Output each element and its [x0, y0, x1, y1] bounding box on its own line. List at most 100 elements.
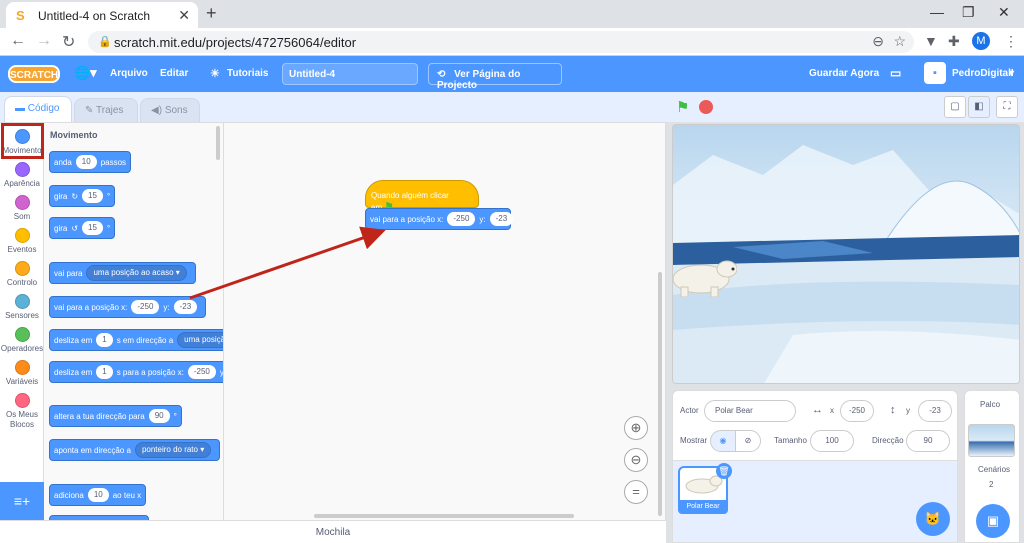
small-stage-button[interactable]: ▢ — [944, 96, 966, 118]
degrees-input[interactable]: 15 — [82, 221, 103, 235]
category-sound[interactable]: Som — [0, 195, 44, 221]
degrees-input[interactable]: 15 — [82, 189, 103, 203]
x-input[interactable]: -250 — [131, 300, 160, 314]
category-operators[interactable]: Operadores — [0, 327, 44, 353]
polar-bear-sprite[interactable] — [673, 253, 738, 298]
size-input[interactable]: 100 — [810, 430, 854, 452]
delete-sprite-button[interactable]: 🗑 — [716, 463, 732, 479]
change-x-block[interactable]: adiciona 10 ao teu x — [49, 484, 147, 506]
backpack-bar[interactable]: Mochila — [0, 520, 666, 543]
add-sprite-button[interactable]: 🐱 — [916, 502, 950, 536]
save-now-button[interactable]: Guardar Agora — [809, 68, 879, 79]
add-backdrop-button[interactable]: ▣ — [976, 504, 1010, 538]
script-go-to-xy-block[interactable]: vai para a posição x: -250 y: -23 — [365, 208, 514, 230]
point-towards-block[interactable]: aponta em direcção a ponteiro do rato ▾ — [49, 439, 221, 461]
target-dropdown[interactable]: ponteiro do rato ▾ — [134, 442, 212, 458]
swap-icon: ⟲ — [437, 69, 446, 80]
address-bar[interactable]: 🔒 scratch.mit.edu/projects/472756064/edi… — [88, 31, 914, 53]
minimize-icon[interactable]: — — [930, 4, 944, 20]
x-input[interactable]: -250 — [447, 212, 476, 226]
y-arrows-icon: ↕ — [890, 404, 896, 416]
category-sensing[interactable]: Sensores — [0, 294, 44, 320]
back-icon[interactable]: ← — [10, 32, 26, 50]
category-variables[interactable]: Variáveis — [0, 360, 44, 386]
close-tab-icon[interactable]: ✕ — [178, 7, 190, 24]
bookmark-star-icon[interactable]: ☆ — [893, 33, 906, 50]
close-window-icon[interactable]: ✕ — [998, 4, 1010, 21]
zoom-out-button[interactable]: ⊖ — [624, 448, 648, 472]
project-title-input[interactable]: Untitled-4 — [282, 63, 418, 85]
steps-input[interactable]: 10 — [75, 155, 97, 169]
category-my-blocks[interactable]: Os Meus Blocos — [0, 393, 44, 430]
see-project-page-button[interactable]: ⟲ Ver Página do Projecto — [428, 63, 562, 91]
edit-menu[interactable]: Editar — [160, 68, 188, 79]
chevron-down-icon[interactable]: ▾ — [1009, 68, 1014, 79]
green-flag-button[interactable]: ⚑ — [676, 98, 689, 116]
zoom-icon[interactable]: ⊖ — [872, 33, 884, 50]
tab-costumes[interactable]: ✎ Trajes — [74, 98, 138, 122]
show-visible-button[interactable]: ◉ — [710, 430, 736, 452]
glide-to-block[interactable]: desliza em 1 s em direcção a uma posição — [49, 329, 223, 351]
tutorials-menu[interactable]: Tutoriais — [227, 68, 268, 79]
seconds-input[interactable]: 1 — [96, 333, 113, 347]
go-to-random-block[interactable]: vai para uma posição ao acaso ▾ — [49, 262, 196, 284]
normal-stage-button[interactable]: ◧ — [968, 96, 990, 118]
point-direction-block[interactable]: altera a tua direcção para 90 ° — [49, 405, 182, 427]
user-avatar[interactable]: ▪ — [924, 62, 946, 84]
stage-thumbnail[interactable] — [968, 424, 1015, 457]
profile-avatar[interactable]: M — [972, 32, 990, 50]
glide-xy-block[interactable]: desliza em 1 s para a posição x: -250 y — [49, 361, 223, 383]
vertical-scrollbar[interactable] — [658, 272, 662, 516]
x-input[interactable]: 10 — [87, 488, 109, 502]
category-control[interactable]: Controlo — [0, 261, 44, 287]
zoom-reset-icon: = — [632, 484, 640, 499]
extension-icon: ≡+ — [13, 493, 31, 509]
browser-tab[interactable]: S Untitled-4 on Scratch ✕ — [6, 2, 198, 28]
target-dropdown[interactable]: uma posição ao acaso ▾ — [86, 265, 187, 281]
my-stuff-folder-icon[interactable]: ▭ — [890, 66, 901, 80]
zoom-reset-button[interactable]: = — [624, 480, 648, 504]
forward-icon[interactable]: → — [36, 32, 52, 50]
x-label: x — [830, 406, 834, 415]
target-dropdown[interactable]: uma posição — [177, 332, 223, 348]
extension-shield-icon[interactable]: ▼ — [924, 33, 938, 49]
category-label: Som — [13, 212, 31, 221]
category-events[interactable]: Eventos — [0, 228, 44, 254]
y-input[interactable]: -23 — [173, 300, 198, 314]
y-position-input[interactable]: -23 — [918, 400, 952, 422]
x-position-input[interactable]: -250 — [840, 400, 874, 422]
username-menu[interactable]: PedroDigitalI — [952, 68, 1014, 79]
direction-input[interactable]: 90 — [906, 430, 950, 452]
turn-right-block[interactable]: gira ↻ 15 ° — [49, 185, 116, 207]
fullscreen-button[interactable]: ⛶ — [996, 96, 1018, 118]
y-input[interactable]: -23 — [489, 212, 514, 226]
seconds-input[interactable]: 1 — [96, 365, 113, 379]
move-steps-block[interactable]: anda 10 passos — [49, 151, 132, 173]
restore-icon[interactable]: ❐ — [962, 4, 975, 21]
x-input[interactable]: -250 — [187, 365, 216, 379]
turn-left-block[interactable]: gira ↺ 15 ° — [49, 217, 116, 239]
when-flag-clicked-block[interactable]: Quando alguém clicar em⚑ — [365, 180, 479, 213]
language-globe-icon[interactable]: 🌐▾ — [74, 65, 97, 81]
category-looks[interactable]: Aparência — [0, 162, 44, 188]
sprite-name-input[interactable]: Polar Bear — [704, 400, 796, 422]
palette-scrollbar[interactable] — [216, 126, 220, 160]
browser-menu-icon[interactable]: ⋮ — [1004, 33, 1018, 50]
tab-sounds[interactable]: ◀) Sons — [140, 98, 200, 122]
stage-canvas[interactable] — [672, 124, 1020, 384]
stop-button[interactable] — [699, 100, 713, 114]
eye-icon: ◉ — [719, 436, 727, 445]
horizontal-scrollbar[interactable] — [314, 514, 574, 518]
file-menu[interactable]: Arquivo — [110, 68, 148, 79]
direction-input[interactable]: 90 — [148, 409, 170, 423]
go-to-xy-block[interactable]: vai para a posição x: -250 y: -23 — [49, 296, 207, 318]
scratch-menu-bar: SCRATCH 🌐▾ Arquivo Editar ☀ Tutoriais Un… — [0, 56, 1024, 92]
reload-icon[interactable]: ↻ — [62, 32, 75, 52]
add-extension-button[interactable]: ≡+ — [0, 482, 44, 520]
scratch-logo[interactable]: SCRATCH — [8, 65, 60, 83]
zoom-in-button[interactable]: ⊕ — [624, 416, 648, 440]
show-hidden-button[interactable]: ⊘ — [735, 430, 761, 452]
new-tab-icon[interactable]: + — [206, 3, 217, 24]
tab-code[interactable]: ▬ Código — [4, 96, 72, 122]
extensions-puzzle-icon[interactable]: ✚ — [948, 33, 960, 50]
